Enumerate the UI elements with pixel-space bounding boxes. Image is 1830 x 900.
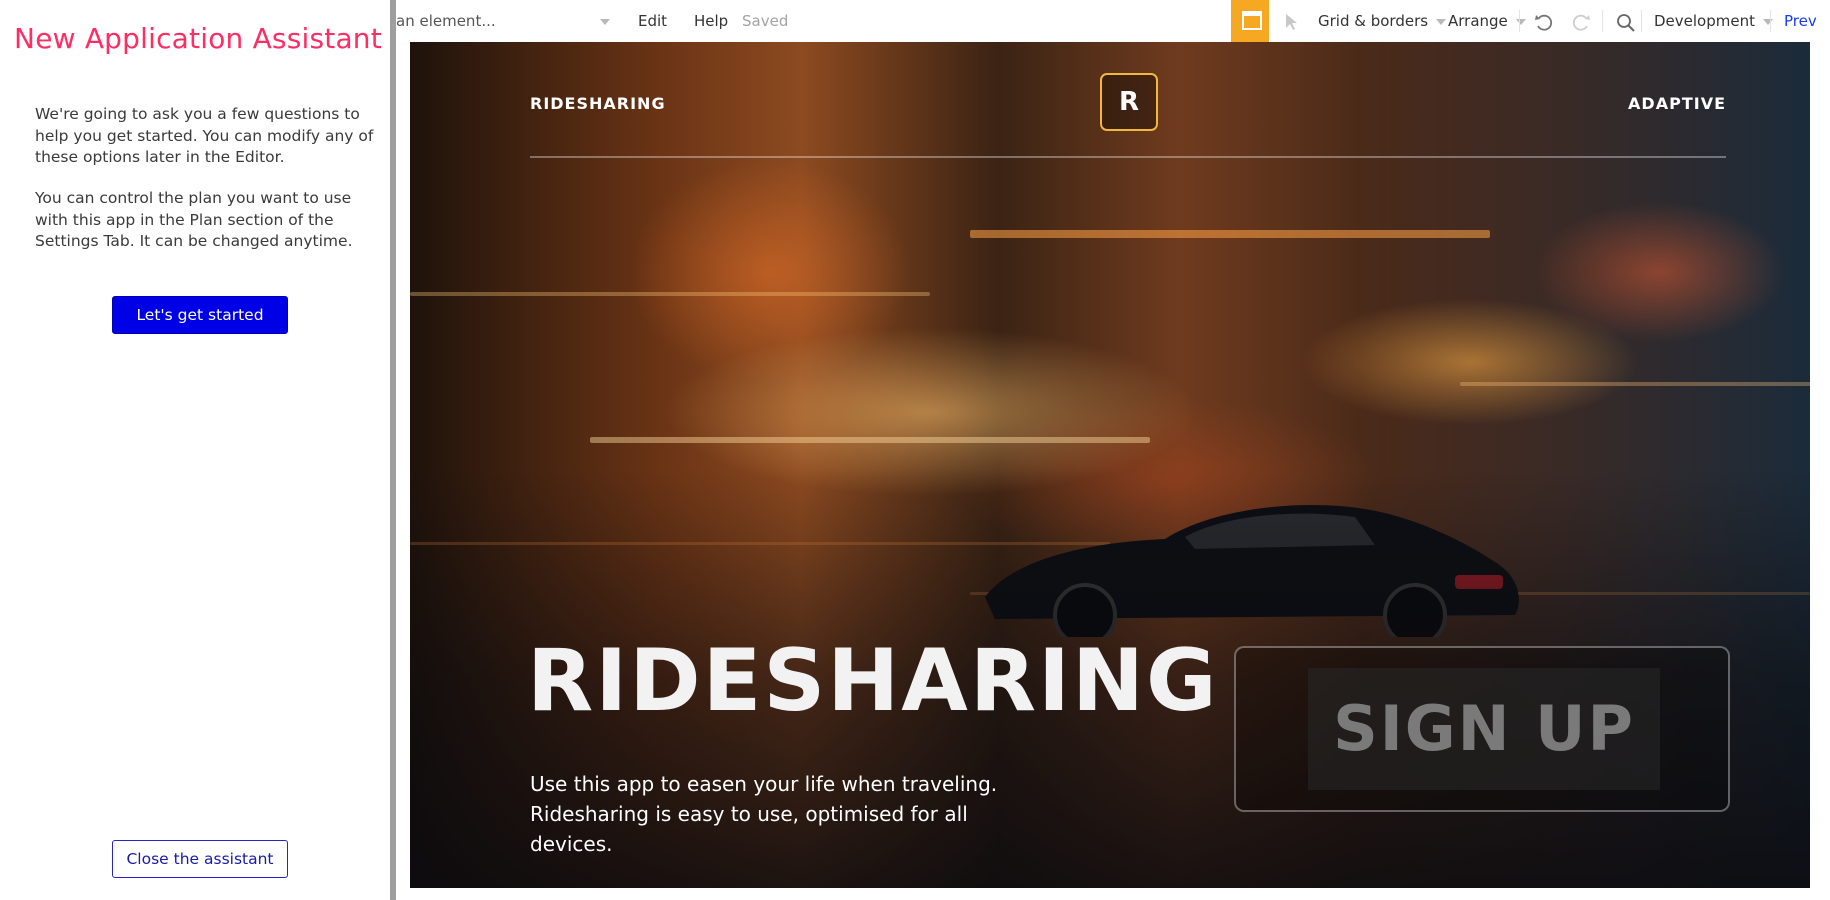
assistant-plan-text: You can control the plan you want to use… xyxy=(35,189,353,250)
grid-borders-label: Grid & borders xyxy=(1318,12,1429,30)
nav-brand-text[interactable]: RIDESHARING xyxy=(530,94,666,113)
logo[interactable]: R xyxy=(1100,73,1158,131)
chevron-down-icon xyxy=(1762,18,1773,25)
nav-adaptive-link[interactable]: ADAPTIVE xyxy=(1628,94,1726,113)
hero-subtitle: Use this app to easen your life when tra… xyxy=(530,769,1050,859)
help-menu[interactable]: Help xyxy=(694,12,728,30)
preview-link[interactable]: Prev xyxy=(1784,12,1817,30)
toolbar-divider xyxy=(1641,10,1642,32)
light-streak xyxy=(590,437,1150,443)
close-assistant-button[interactable]: Close the assistant xyxy=(112,840,288,878)
editor-toolbar: an element... Edit Help Saved Grid & bor… xyxy=(396,0,1830,42)
saved-status: Saved xyxy=(742,12,789,30)
assistant-panel: New Application Assistant We're going to… xyxy=(0,0,396,900)
environment-menu[interactable]: Development xyxy=(1654,12,1773,30)
warning-icon xyxy=(1242,11,1262,30)
assistant-intro-text: We're going to ask you a few questions t… xyxy=(35,105,374,166)
get-started-button[interactable]: Let's get started xyxy=(112,296,288,334)
signup-button[interactable]: SIGN UP xyxy=(1308,668,1660,790)
chevron-down-icon xyxy=(600,18,611,25)
assistant-title: New Application Assistant xyxy=(14,22,382,55)
edit-menu[interactable]: Edit xyxy=(638,12,667,30)
undo-icon[interactable] xyxy=(1533,12,1555,38)
redo-icon[interactable] xyxy=(1570,12,1592,38)
signup-group[interactable]: SIGN UP xyxy=(1234,646,1730,812)
toolbar-divider xyxy=(1602,10,1603,32)
chevron-down-icon xyxy=(1515,18,1526,25)
nav-divider xyxy=(530,156,1726,158)
search-icon[interactable] xyxy=(1615,12,1637,38)
environment-label: Development xyxy=(1654,12,1755,30)
element-search-dropdown[interactable]: an element... xyxy=(396,12,616,30)
light-streak xyxy=(410,292,930,296)
page-canvas: RIDESHARING R ADAPTIVE RIDESHARING Use t… xyxy=(410,42,1810,888)
arrange-menu[interactable]: Arrange xyxy=(1448,12,1526,30)
light-streak xyxy=(1460,382,1810,386)
issues-badge[interactable] xyxy=(1231,0,1269,42)
arrange-label: Arrange xyxy=(1448,12,1508,30)
grid-borders-menu[interactable]: Grid & borders xyxy=(1318,12,1447,30)
element-search-text: an element... xyxy=(396,12,496,30)
chevron-down-icon xyxy=(1436,18,1447,25)
light-streak xyxy=(970,230,1490,238)
toolbar-divider xyxy=(1770,10,1771,32)
pointer-icon[interactable] xyxy=(1284,12,1300,36)
hero-subtitle-line: Use this app to easen your life when tra… xyxy=(530,772,998,796)
hero-title: RIDESHARING xyxy=(527,631,1219,731)
toolbar-divider xyxy=(1519,10,1520,32)
hero-subtitle-line: Ridesharing is easy to use, optimised fo… xyxy=(530,802,968,856)
